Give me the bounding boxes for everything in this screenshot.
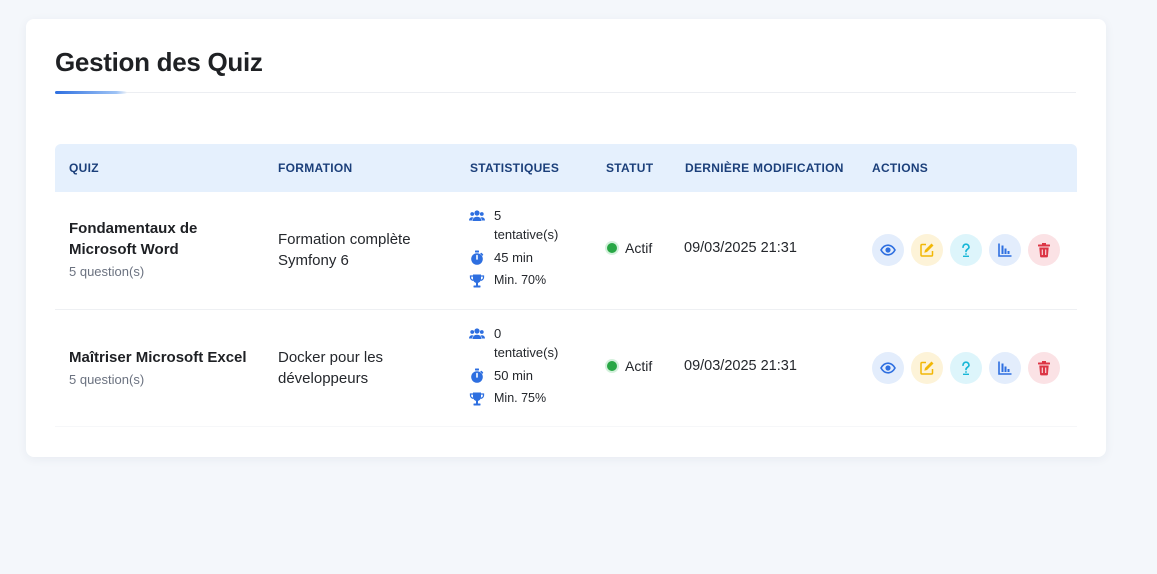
status-badge: Actif — [605, 240, 652, 256]
table-row: Fondamentaux de Microsoft Word 5 questio… — [55, 192, 1077, 310]
duration-value: 45 min — [494, 250, 534, 265]
view-button[interactable] — [872, 352, 904, 384]
edit-button[interactable] — [911, 352, 943, 384]
status-badge: Actif — [605, 358, 652, 374]
quiz-stats: 0 tentative(s) 50 min Min. 75% — [469, 324, 558, 408]
trash-icon — [1038, 361, 1050, 376]
bar-chart-icon — [998, 243, 1012, 257]
quiz-question-count: 5 question(s) — [69, 264, 145, 279]
duration-stat: 45 min — [469, 248, 558, 267]
attempts-count: 5 — [494, 208, 502, 223]
trash-icon — [1038, 243, 1050, 258]
edit-icon — [920, 243, 934, 257]
header-quiz: QUIZ — [69, 161, 99, 175]
header-formation: FORMATION — [278, 161, 353, 175]
last-modified: 09/03/2025 21:31 — [684, 358, 797, 374]
status-dot-icon — [605, 359, 619, 373]
status-label: Actif — [625, 358, 653, 374]
eye-icon — [880, 362, 896, 374]
min-score-stat: Min. 70% — [469, 271, 558, 290]
row-actions — [872, 234, 1060, 266]
duration-value: 50 min — [494, 368, 534, 383]
attempts-stat: 5 tentative(s) — [469, 206, 558, 244]
header-statistiques: STATISTIQUES — [470, 161, 560, 175]
view-button[interactable] — [872, 234, 904, 266]
quiz-stats: 5 tentative(s) 45 min Min. 70% — [469, 206, 558, 290]
stopwatch-icon — [471, 250, 484, 265]
duration-stat: 50 min — [469, 366, 558, 385]
status-label: Actif — [625, 240, 653, 256]
formation-name: Formation complète Symfony 6 — [278, 231, 411, 269]
attempts-label: tentative(s) — [494, 227, 559, 242]
min-score-value: Min. 75% — [494, 391, 547, 405]
delete-button[interactable] — [1028, 352, 1060, 384]
edit-icon — [920, 361, 934, 375]
table-header: QUIZ FORMATION STATISTIQUES STATUT DERNI… — [55, 144, 1077, 192]
delete-button[interactable] — [1028, 234, 1060, 266]
title-accent-bar — [55, 91, 127, 94]
quiz-card: Gestion des Quiz QUIZ FORMATION STATISTI… — [26, 19, 1106, 457]
quiz-title: Fondamentaux de Microsoft Word — [69, 220, 198, 258]
header-actions: ACTIONS — [872, 161, 929, 175]
quiz-title: Maîtriser Microsoft Excel — [69, 349, 247, 366]
trophy-icon — [469, 274, 485, 288]
status-dot-icon — [605, 241, 619, 255]
statistics-button[interactable] — [989, 352, 1021, 384]
row-actions — [872, 352, 1060, 384]
attempts-count: 0 — [494, 326, 502, 341]
users-icon — [469, 328, 485, 339]
min-score-stat: Min. 75% — [469, 389, 558, 408]
quiz-table: QUIZ FORMATION STATISTIQUES STATUT DERNI… — [55, 144, 1077, 427]
formation-name: Docker pour les développeurs — [278, 349, 384, 387]
question-icon — [962, 361, 970, 376]
questions-button[interactable] — [950, 352, 982, 384]
table-row: Maîtriser Microsoft Excel 5 question(s) … — [55, 310, 1077, 427]
last-modified: 09/03/2025 21:31 — [684, 240, 797, 256]
title-divider — [55, 92, 1076, 93]
header-derniere-modification: DERNIÈRE MODIFICATION — [685, 161, 844, 175]
eye-icon — [880, 244, 896, 256]
attempts-label: tentative(s) — [494, 345, 559, 360]
questions-button[interactable] — [950, 234, 982, 266]
quiz-question-count: 5 question(s) — [69, 372, 145, 387]
statistics-button[interactable] — [989, 234, 1021, 266]
trophy-icon — [469, 392, 485, 406]
question-icon — [962, 243, 970, 258]
page-title: Gestion des Quiz — [55, 47, 263, 77]
users-icon — [469, 210, 485, 221]
header-statut: STATUT — [606, 161, 654, 175]
min-score-value: Min. 70% — [494, 273, 547, 287]
attempts-stat: 0 tentative(s) — [469, 324, 558, 362]
stopwatch-icon — [471, 368, 484, 383]
edit-button[interactable] — [911, 234, 943, 266]
bar-chart-icon — [998, 361, 1012, 375]
